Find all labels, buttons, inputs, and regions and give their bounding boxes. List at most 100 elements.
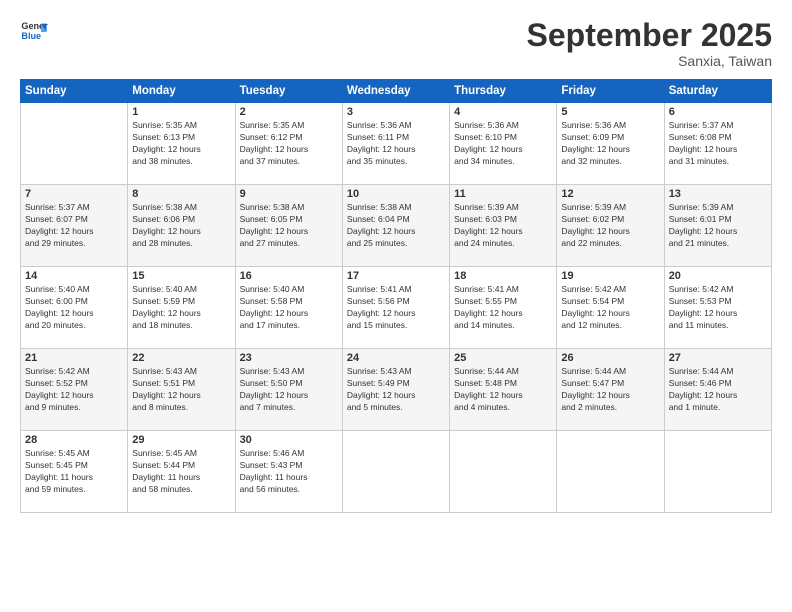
day-number: 22 — [132, 352, 230, 364]
col-friday: Friday — [557, 80, 664, 103]
day-number: 13 — [669, 188, 767, 200]
day-number: 24 — [347, 352, 445, 364]
day-number: 15 — [132, 270, 230, 282]
day-info: Sunrise: 5:37 AM Sunset: 6:08 PM Dayligh… — [669, 120, 767, 168]
day-info: Sunrise: 5:40 AM Sunset: 5:58 PM Dayligh… — [240, 284, 338, 332]
table-row: 8 Sunrise: 5:38 AM Sunset: 6:06 PM Daylig… — [128, 185, 235, 267]
day-number: 3 — [347, 106, 445, 118]
table-row: 26Sunrise: 5:44 AM Sunset: 5:47 PM Dayli… — [557, 349, 664, 431]
table-row: 10Sunrise: 5:38 AM Sunset: 6:04 PM Dayli… — [342, 185, 449, 267]
day-number: 4 — [454, 106, 552, 118]
day-number: 29 — [132, 434, 230, 446]
table-row: 4Sunrise: 5:36 AM Sunset: 6:10 PM Daylig… — [450, 103, 557, 185]
day-number: 5 — [561, 106, 659, 118]
title-area: September 2025 Sanxia, Taiwan — [527, 18, 772, 69]
day-number: 21 — [25, 352, 123, 364]
table-row: 9 Sunrise: 5:38 AM Sunset: 6:05 PM Daylig… — [235, 185, 342, 267]
table-row: 23Sunrise: 5:43 AM Sunset: 5:50 PM Dayli… — [235, 349, 342, 431]
svg-text:Blue: Blue — [21, 31, 41, 41]
logo-icon: General Blue — [20, 18, 48, 46]
day-info: Sunrise: 5:37 AM Sunset: 6:07 PM Dayligh… — [25, 202, 123, 250]
calendar-table: Sunday Monday Tuesday Wednesday Thursday… — [20, 79, 772, 513]
calendar-week-row: 28 Sunrise: 5:45 AM Sunset: 5:45 PM Dayli… — [21, 431, 772, 513]
calendar-header-row: Sunday Monday Tuesday Wednesday Thursday… — [21, 80, 772, 103]
table-row: 25 Sunrise: 5:44 AM Sunset: 5:48 PM Dayli… — [450, 349, 557, 431]
table-row: 1Sunrise: 5:35 AM Sunset: 6:13 PM Daylig… — [128, 103, 235, 185]
table-row — [557, 431, 664, 513]
table-row: 2Sunrise: 5:35 AM Sunset: 6:12 PM Daylig… — [235, 103, 342, 185]
day-info: Sunrise: 5:42 AM Sunset: 5:52 PM Dayligh… — [25, 366, 123, 414]
day-info: Sunrise: 5:38 AM Sunset: 6:06 PM Dayligh… — [132, 202, 230, 250]
page-header: General Blue September 2025 Sanxia, Taiw… — [20, 18, 772, 69]
day-info: Sunrise: 5:43 AM Sunset: 5:51 PM Dayligh… — [132, 366, 230, 414]
day-number: 1 — [132, 106, 230, 118]
day-number: 30 — [240, 434, 338, 446]
day-info: Sunrise: 5:41 AM Sunset: 5:56 PM Dayligh… — [347, 284, 445, 332]
table-row: 30 Sunrise: 5:46 AM Sunset: 5:43 PM Dayli… — [235, 431, 342, 513]
day-info: Sunrise: 5:42 AM Sunset: 5:54 PM Dayligh… — [561, 284, 659, 332]
day-info: Sunrise: 5:39 AM Sunset: 6:01 PM Dayligh… — [669, 202, 767, 250]
day-info: Sunrise: 5:36 AM Sunset: 6:09 PM Dayligh… — [561, 120, 659, 168]
day-info: Sunrise: 5:44 AM Sunset: 5:48 PM Dayligh… — [454, 366, 552, 414]
table-row: 22 Sunrise: 5:43 AM Sunset: 5:51 PM Dayli… — [128, 349, 235, 431]
day-info: Sunrise: 5:42 AM Sunset: 5:53 PM Dayligh… — [669, 284, 767, 332]
col-monday: Monday — [128, 80, 235, 103]
logo: General Blue — [20, 18, 48, 46]
col-tuesday: Tuesday — [235, 80, 342, 103]
day-info: Sunrise: 5:43 AM Sunset: 5:49 PM Dayligh… — [347, 366, 445, 414]
table-row: 20 Sunrise: 5:42 AM Sunset: 5:53 PM Dayli… — [664, 267, 771, 349]
col-wednesday: Wednesday — [342, 80, 449, 103]
table-row: 16 Sunrise: 5:40 AM Sunset: 5:58 PM Dayli… — [235, 267, 342, 349]
day-number: 17 — [347, 270, 445, 282]
col-thursday: Thursday — [450, 80, 557, 103]
table-row: 11Sunrise: 5:39 AM Sunset: 6:03 PM Dayli… — [450, 185, 557, 267]
day-number: 7 — [25, 188, 123, 200]
day-number: 8 — [132, 188, 230, 200]
calendar-week-row: 14 Sunrise: 5:40 AM Sunset: 6:00 PM Dayli… — [21, 267, 772, 349]
month-title: September 2025 — [527, 18, 772, 53]
table-row: 5 Sunrise: 5:36 AM Sunset: 6:09 PM Daylig… — [557, 103, 664, 185]
day-info: Sunrise: 5:45 AM Sunset: 5:44 PM Dayligh… — [132, 448, 230, 496]
table-row: 14 Sunrise: 5:40 AM Sunset: 6:00 PM Dayli… — [21, 267, 128, 349]
day-info: Sunrise: 5:46 AM Sunset: 5:43 PM Dayligh… — [240, 448, 338, 496]
day-info: Sunrise: 5:36 AM Sunset: 6:11 PM Dayligh… — [347, 120, 445, 168]
table-row: 17 Sunrise: 5:41 AM Sunset: 5:56 PM Dayli… — [342, 267, 449, 349]
day-info: Sunrise: 5:45 AM Sunset: 5:45 PM Dayligh… — [25, 448, 123, 496]
day-info: Sunrise: 5:41 AM Sunset: 5:55 PM Dayligh… — [454, 284, 552, 332]
day-number: 19 — [561, 270, 659, 282]
calendar-week-row: 7 Sunrise: 5:37 AM Sunset: 6:07 PM Daylig… — [21, 185, 772, 267]
table-row: 13 Sunrise: 5:39 AM Sunset: 6:01 PM Dayli… — [664, 185, 771, 267]
location-subtitle: Sanxia, Taiwan — [527, 53, 772, 69]
day-info: Sunrise: 5:40 AM Sunset: 5:59 PM Dayligh… — [132, 284, 230, 332]
table-row: 21 Sunrise: 5:42 AM Sunset: 5:52 PM Dayli… — [21, 349, 128, 431]
day-number: 9 — [240, 188, 338, 200]
table-row — [21, 103, 128, 185]
calendar-week-row: 1Sunrise: 5:35 AM Sunset: 6:13 PM Daylig… — [21, 103, 772, 185]
table-row: 29 Sunrise: 5:45 AM Sunset: 5:44 PM Dayli… — [128, 431, 235, 513]
day-info: Sunrise: 5:43 AM Sunset: 5:50 PM Dayligh… — [240, 366, 338, 414]
table-row: 28 Sunrise: 5:45 AM Sunset: 5:45 PM Dayli… — [21, 431, 128, 513]
col-saturday: Saturday — [664, 80, 771, 103]
col-sunday: Sunday — [21, 80, 128, 103]
day-info: Sunrise: 5:40 AM Sunset: 6:00 PM Dayligh… — [25, 284, 123, 332]
day-number: 14 — [25, 270, 123, 282]
day-info: Sunrise: 5:39 AM Sunset: 6:02 PM Dayligh… — [561, 202, 659, 250]
day-number: 26 — [561, 352, 659, 364]
table-row: 6Sunrise: 5:37 AM Sunset: 6:08 PM Daylig… — [664, 103, 771, 185]
day-number: 28 — [25, 434, 123, 446]
table-row: 15 Sunrise: 5:40 AM Sunset: 5:59 PM Dayli… — [128, 267, 235, 349]
table-row — [450, 431, 557, 513]
table-row: 18 Sunrise: 5:41 AM Sunset: 5:55 PM Dayli… — [450, 267, 557, 349]
day-info: Sunrise: 5:38 AM Sunset: 6:04 PM Dayligh… — [347, 202, 445, 250]
table-row: 7 Sunrise: 5:37 AM Sunset: 6:07 PM Daylig… — [21, 185, 128, 267]
day-number: 2 — [240, 106, 338, 118]
day-number: 11 — [454, 188, 552, 200]
table-row: 12Sunrise: 5:39 AM Sunset: 6:02 PM Dayli… — [557, 185, 664, 267]
table-row — [342, 431, 449, 513]
day-number: 16 — [240, 270, 338, 282]
day-number: 27 — [669, 352, 767, 364]
day-number: 20 — [669, 270, 767, 282]
day-info: Sunrise: 5:38 AM Sunset: 6:05 PM Dayligh… — [240, 202, 338, 250]
day-number: 18 — [454, 270, 552, 282]
day-number: 25 — [454, 352, 552, 364]
